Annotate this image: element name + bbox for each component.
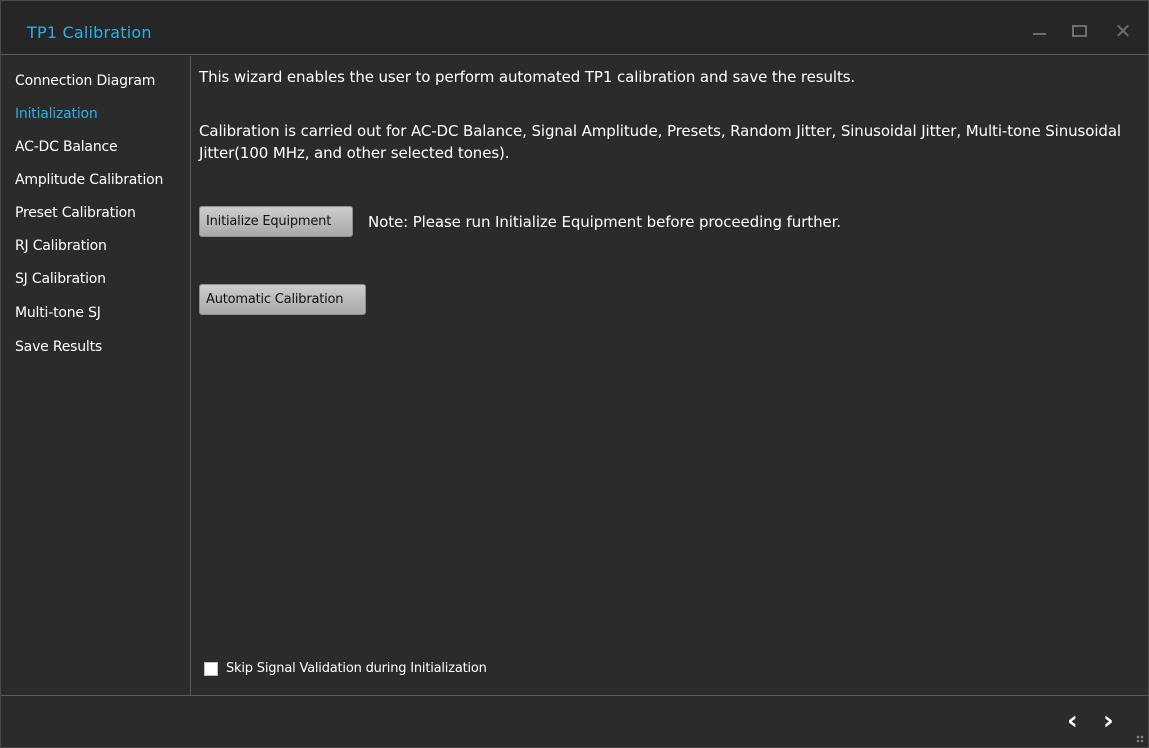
- chevron-right-icon: ›: [1103, 706, 1114, 736]
- footer-bar: ‹ ›: [1, 695, 1148, 747]
- chevron-left-icon: ‹: [1067, 706, 1078, 736]
- intro-text: This wizard enables the user to perform …: [199, 68, 856, 86]
- title-bar: TP1 Calibration ✕: [1, 1, 1148, 55]
- next-step-button[interactable]: ›: [1103, 706, 1114, 736]
- skip-validation-row: Skip Signal Validation during Initializa…: [204, 661, 487, 676]
- wizard-steps-sidebar: Connection Diagram Initialization AC-DC …: [1, 56, 191, 695]
- resize-grip-icon[interactable]: [1136, 735, 1144, 743]
- description-text: Calibration is carried out for AC-DC Bal…: [199, 122, 1121, 162]
- initialize-equipment-button[interactable]: Initialize Equipment: [199, 206, 353, 237]
- sidebar-item-amplitude-calibration[interactable]: Amplitude Calibration: [15, 172, 163, 188]
- main-content: This wizard enables the user to perform …: [192, 56, 1148, 695]
- close-button[interactable]: ✕: [1109, 17, 1137, 45]
- skip-validation-checkbox[interactable]: [204, 661, 218, 676]
- sidebar-item-connection-diagram[interactable]: Connection Diagram: [15, 73, 155, 89]
- skip-validation-label: Skip Signal Validation during Initializa…: [226, 661, 487, 676]
- window-title: TP1 Calibration: [27, 23, 152, 42]
- automatic-calibration-button[interactable]: Automatic Calibration: [199, 284, 366, 315]
- previous-step-button[interactable]: ‹: [1067, 706, 1078, 736]
- sidebar-item-multi-tone-sj[interactable]: Multi-tone SJ: [15, 305, 101, 321]
- close-icon: ✕: [1114, 19, 1132, 43]
- calibration-window: TP1 Calibration ✕ Connection Diagram Ini…: [0, 0, 1149, 748]
- minimize-icon: [1032, 33, 1046, 35]
- sidebar-item-sj-calibration[interactable]: SJ Calibration: [15, 271, 106, 287]
- sidebar-item-preset-calibration[interactable]: Preset Calibration: [15, 205, 136, 221]
- sidebar-item-rj-calibration[interactable]: RJ Calibration: [15, 238, 107, 254]
- minimize-button[interactable]: [1025, 17, 1053, 45]
- note-text: Note: Please run Initialize Equipment be…: [368, 213, 841, 231]
- maximize-button[interactable]: [1065, 17, 1093, 45]
- maximize-icon: [1071, 25, 1087, 37]
- sidebar-item-ac-dc-balance[interactable]: AC-DC Balance: [15, 139, 118, 155]
- sidebar-item-initialization[interactable]: Initialization: [15, 106, 98, 122]
- sidebar-item-save-results[interactable]: Save Results: [15, 339, 102, 355]
